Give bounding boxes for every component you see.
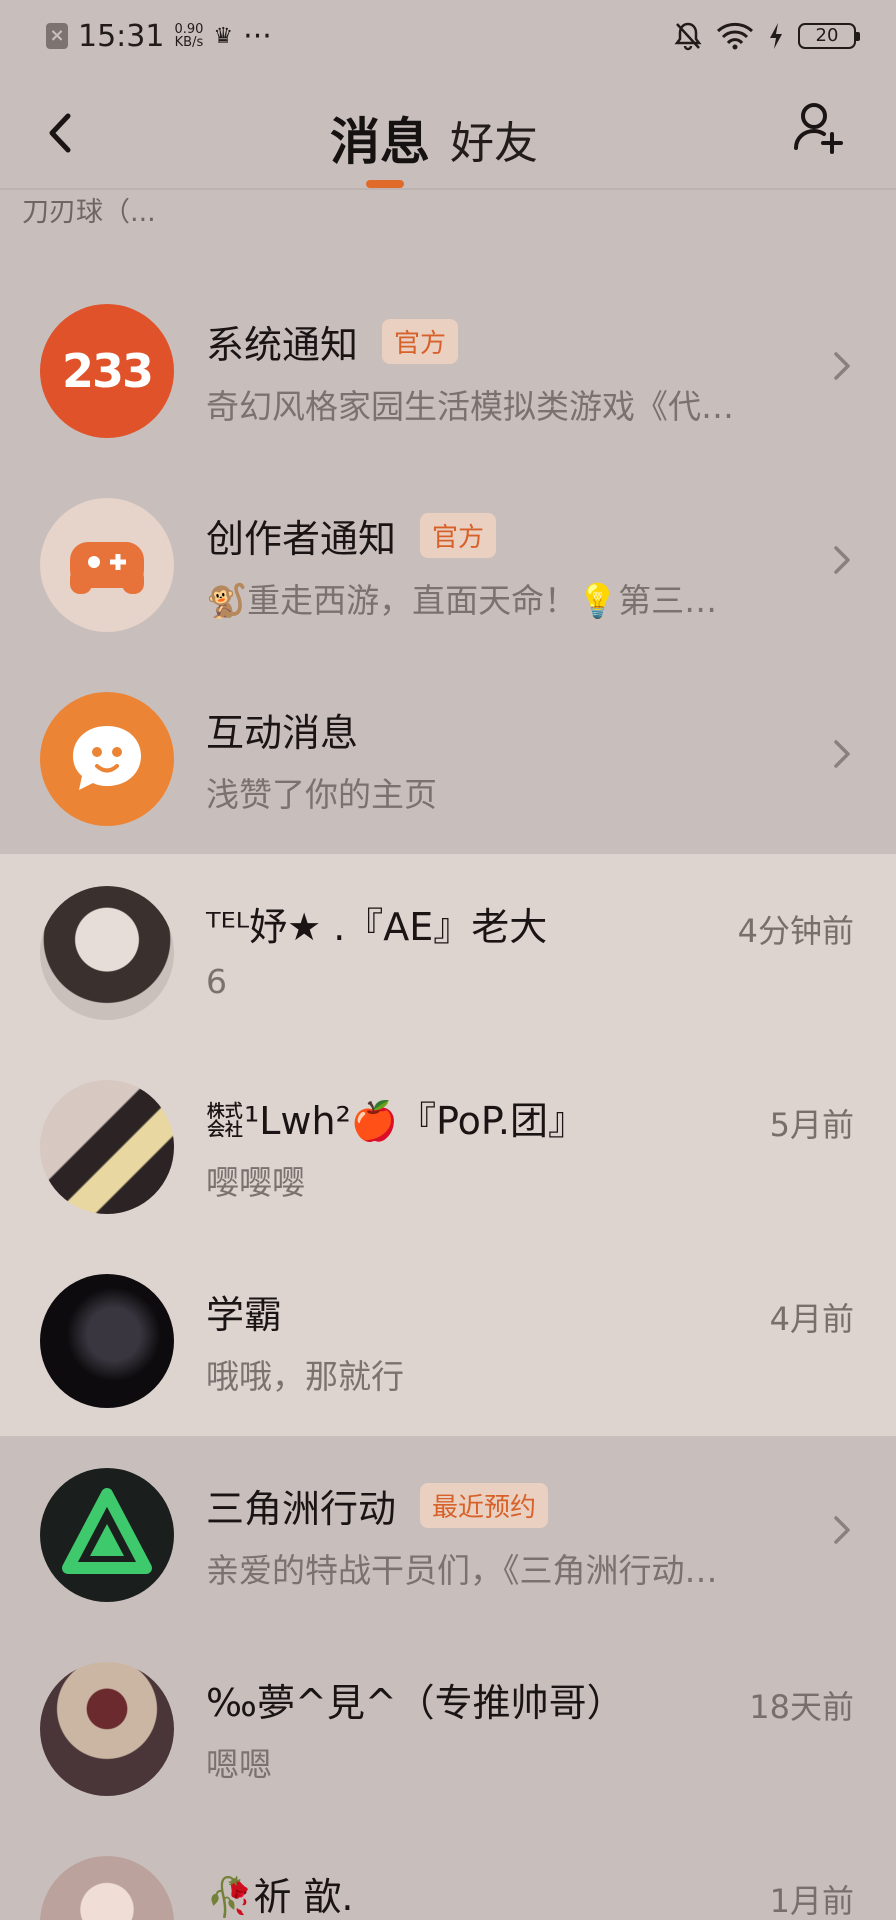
list-item-preview: 浅赞了你的主页: [206, 775, 437, 814]
status-bar: × 15:31 0.90 KB/s ♛ ··· 20: [0, 0, 896, 72]
official-badge: 官方: [382, 319, 459, 364]
gamepad-icon: [70, 542, 144, 594]
list-item-preview: 亲爱的特战干员们，《三角洲行动…: [206, 1551, 718, 1590]
chat-item[interactable]: ㍿¹Lwh²🍎『PoP.团』 5月前 嘤嘤嘤: [0, 1048, 896, 1242]
avatar-user: [40, 1274, 174, 1408]
chat-bubble-icon: [73, 726, 141, 790]
avatar-delta-force: [40, 1468, 174, 1602]
add-friend-button[interactable]: [792, 100, 844, 154]
chat-time: 4月前: [769, 1300, 854, 1338]
wifi-icon: [716, 22, 754, 50]
list-item-title: 系统通知 官方: [206, 314, 459, 369]
list-item-title: 三角洲行动 最近预约: [206, 1478, 549, 1533]
tab-indicator: [366, 180, 404, 188]
triangle-logo-icon: [62, 1488, 152, 1574]
back-button[interactable]: [40, 108, 80, 158]
avatar-interaction: [40, 692, 174, 826]
chat-item[interactable]: 🥀祈 歆. 1月前: [0, 1824, 896, 1920]
header: 消息 好友: [0, 80, 896, 190]
chevron-right-icon: [834, 546, 850, 574]
list-item-system-notice[interactable]: 233 系统通知 官方 奇幻风格家园生活模拟类游戏《代…: [0, 272, 896, 466]
chevron-right-icon: [834, 352, 850, 380]
avatar-233-logo: 233: [61, 344, 154, 398]
list-item-creator-notice[interactable]: 创作者通知 官方 🐒重走西游，直面天命！💡第三…: [0, 466, 896, 660]
chat-time: 4分钟前: [737, 912, 854, 950]
reserved-badge: 最近预约: [420, 1483, 549, 1528]
tab-friends[interactable]: 好友: [450, 107, 538, 174]
chat-name: ‰夢^見^（专推帅哥）: [206, 1681, 625, 1725]
list-item-delta-force[interactable]: 三角洲行动 最近预约 亲爱的特战干员们，《三角洲行动…: [0, 1436, 896, 1630]
chat-time: 5月前: [769, 1106, 854, 1144]
chat-name: 学霸: [206, 1293, 283, 1337]
battery-indicator: 20: [798, 23, 860, 49]
chat-name: ᵀᴱᴸ妤★ .『AE』老大: [206, 905, 548, 949]
list-item-title: 创作者通知 官方: [206, 508, 497, 563]
bell-muted-icon: [674, 22, 702, 51]
avatar-user: [40, 1662, 174, 1796]
avatar-creator: [40, 498, 174, 632]
chat-name: 🥀祈 歆.: [206, 1875, 354, 1919]
chevron-right-icon: [834, 1516, 850, 1544]
chat-preview: 6: [206, 962, 227, 1001]
list-item-preview: 奇幻风格家园生活模拟类游戏《代…: [206, 387, 734, 426]
avatar-user: [40, 1856, 174, 1920]
avatar-233: 233: [40, 304, 174, 438]
chat-preview: 哦哦，那就行: [206, 1357, 404, 1396]
tab-messages[interactable]: 消息: [330, 102, 430, 174]
chat-time: 18天前: [749, 1688, 854, 1726]
chat-name: ㍿¹Lwh²🍎『PoP.团』: [206, 1099, 587, 1143]
list-item-preview: 🐒重走西游，直面天命！💡第三…: [206, 581, 718, 620]
chat-time: 1月前: [769, 1882, 854, 1920]
chat-preview: 嘤嘤嘤: [206, 1163, 305, 1202]
avatar-user: [40, 886, 174, 1020]
official-badge: 官方: [420, 513, 497, 558]
network-speed: 0.90 KB/s: [174, 22, 204, 50]
more-notifications-icon: ···: [243, 18, 272, 54]
truncated-name[interactable]: 刀刃球（...: [22, 190, 156, 229]
chevron-right-icon: [834, 740, 850, 768]
sim-card-icon: ×: [46, 23, 68, 49]
clock: 15:31: [78, 18, 165, 54]
list-item-title: 互动消息: [206, 711, 359, 755]
list-item-interaction-messages[interactable]: 互动消息 浅赞了你的主页: [0, 660, 896, 854]
chat-item[interactable]: 学霸 4月前 哦哦，那就行: [0, 1242, 896, 1436]
avatar-user: [40, 1080, 174, 1214]
tabs: 消息 好友: [330, 102, 538, 174]
chat-item[interactable]: ᵀᴱᴸ妤★ .『AE』老大 4分钟前 6: [0, 854, 896, 1048]
charging-icon: [770, 23, 782, 49]
chat-item[interactable]: ‰夢^見^（专推帅哥） 18天前 嗯嗯: [0, 1630, 896, 1824]
crown-icon: ♛: [213, 23, 234, 49]
chat-preview: 嗯嗯: [206, 1745, 272, 1784]
